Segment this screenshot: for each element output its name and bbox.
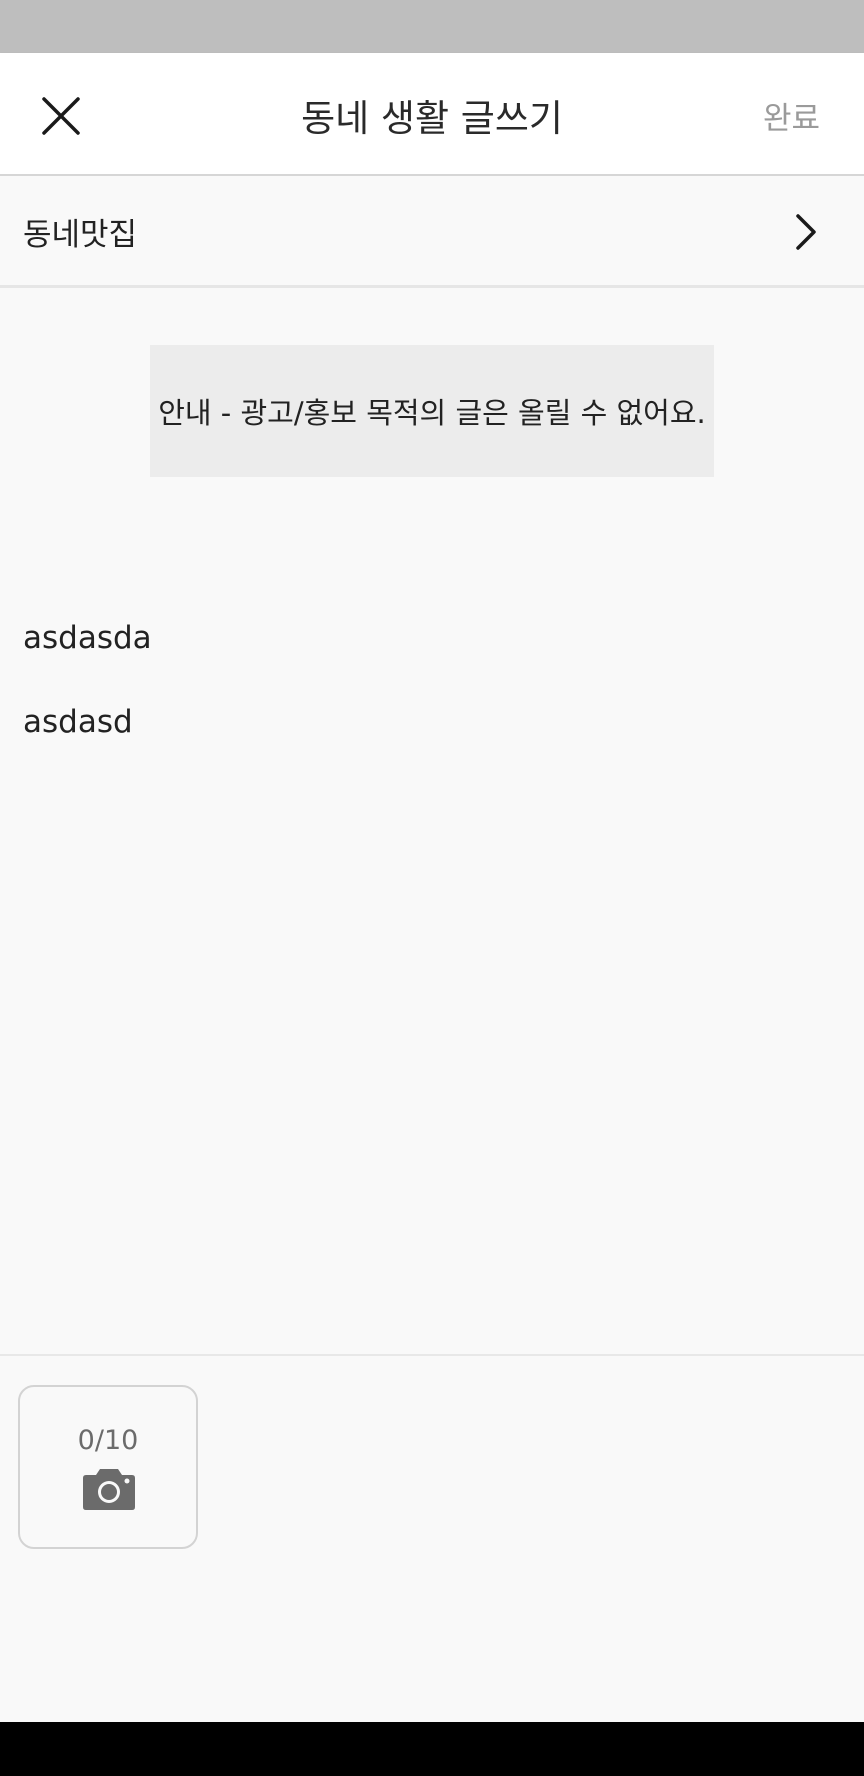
divider <box>0 1354 864 1356</box>
page-title: 동네 생활 글쓰기 <box>301 96 563 140</box>
post-body-line[interactable]: asdasd <box>23 704 133 740</box>
photo-count: 0/10 <box>77 1425 139 1456</box>
category-label: 동네맛집 <box>23 216 138 253</box>
system-nav-bar <box>0 1722 864 1776</box>
close-button[interactable] <box>30 85 92 147</box>
add-photo-button[interactable]: 0/10 <box>18 1385 198 1549</box>
chevron-right-icon <box>796 214 816 250</box>
category-selector[interactable]: 동네맛집 <box>0 176 864 288</box>
done-button[interactable]: 완료 <box>763 89 820 141</box>
status-bar <box>0 0 864 53</box>
camera-icon <box>83 1469 135 1510</box>
notice-banner: 안내 - 광고/홍보 목적의 글은 올릴 수 없어요. <box>150 345 714 477</box>
app-header: 동네 생활 글쓰기 완료 <box>0 53 864 176</box>
post-body-line[interactable]: asdasda <box>23 620 152 656</box>
close-icon <box>42 97 80 135</box>
